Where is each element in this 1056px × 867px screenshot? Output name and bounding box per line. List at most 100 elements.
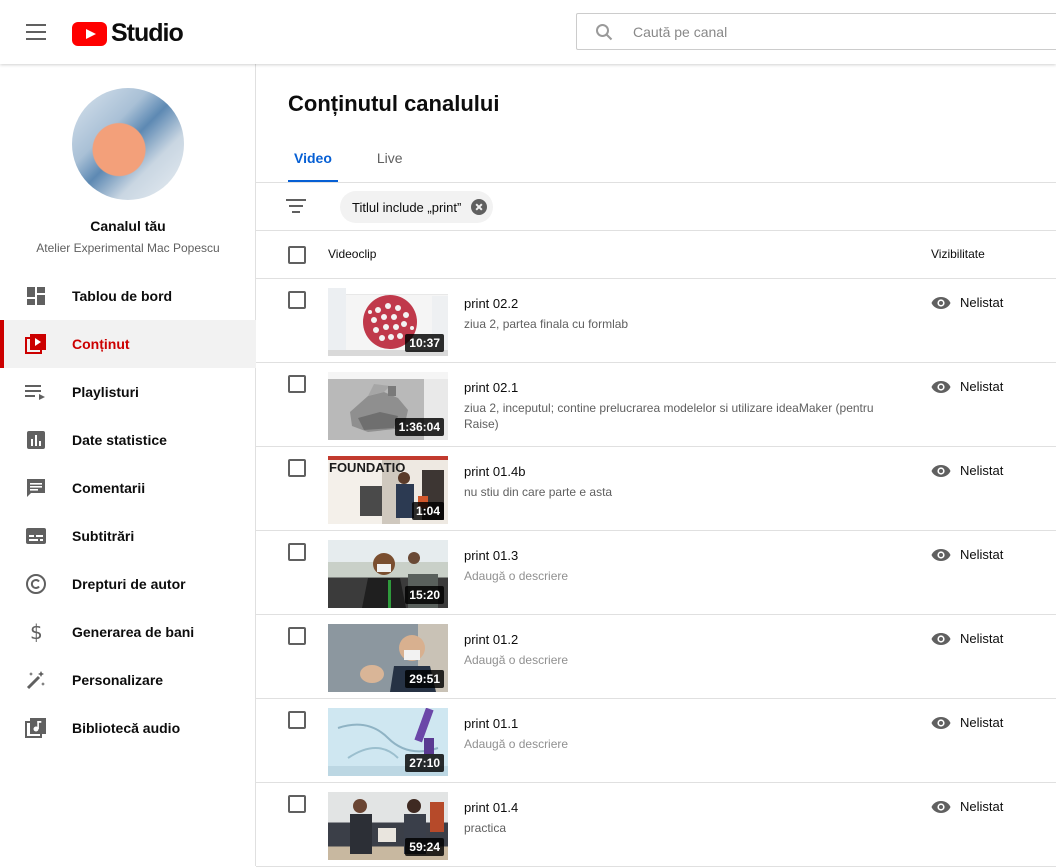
sidebar-item-copyright[interactable]: Drepturi de autor <box>0 560 256 608</box>
content-tabs: Video Live <box>288 136 442 182</box>
search-box[interactable] <box>576 13 1056 50</box>
filter-bar: Titlul include „print” <box>256 183 1056 231</box>
eye-icon <box>931 632 951 646</box>
search-icon <box>595 23 613 41</box>
video-title[interactable]: print 02.1 <box>464 380 518 395</box>
filter-chip-label: Titlul include „print” <box>352 199 462 215</box>
top-bar: Studio <box>0 0 1056 64</box>
sidebar-item-monetization[interactable]: $ Generarea de bani <box>0 608 256 656</box>
visibility-label: Nelistat <box>960 715 1004 730</box>
video-thumbnail[interactable]: 15:20 <box>328 540 448 608</box>
sidebar-item-comments[interactable]: Comentarii <box>0 464 256 512</box>
copyright-icon <box>24 572 48 596</box>
video-duration: 27:10 <box>405 754 444 772</box>
visibility-label: Nelistat <box>960 631 1004 646</box>
table-row[interactable]: FOUNDATIO 1:04 print 01.4b nu stiu din c… <box>256 447 1056 531</box>
sidebar-item-label: Conținut <box>72 336 130 352</box>
video-title[interactable]: print 01.3 <box>464 548 518 563</box>
video-duration: 1:36:04 <box>394 418 444 436</box>
sidebar-item-label: Personalizare <box>72 672 164 688</box>
close-icon[interactable] <box>471 199 488 215</box>
table-row[interactable]: 15:20 print 01.3 Adaugă o descriere Neli… <box>256 531 1056 615</box>
visibility-dropdown[interactable]: Nelistat <box>931 463 1003 478</box>
menu-icon[interactable] <box>24 24 48 42</box>
main-content: Conținutul canalului Video Live Titlul i… <box>256 64 1056 867</box>
sidebar-item-customization[interactable]: Personalizare <box>0 656 256 704</box>
add-description-link[interactable]: Adaugă o descriere <box>464 736 894 752</box>
table-row[interactable]: 1:36:04 print 02.1 ziua 2, inceputul; co… <box>256 363 1056 447</box>
video-thumbnail[interactable]: 59:24 <box>328 792 448 860</box>
dashboard-icon <box>24 284 48 308</box>
visibility-dropdown[interactable]: Nelistat <box>931 799 1003 814</box>
table-row[interactable]: 10:37 print 02.2 ziua 2, partea finala c… <box>256 279 1056 363</box>
visibility-dropdown[interactable]: Nelistat <box>931 379 1003 394</box>
eye-icon <box>931 800 951 814</box>
table-row[interactable]: 27:10 print 01.1 Adaugă o descriere Neli… <box>256 699 1056 783</box>
thumbnail-text: FOUNDATIO <box>329 460 405 475</box>
eye-icon <box>931 716 951 730</box>
channel-name: Atelier Experimental Mac Popescu <box>36 241 220 255</box>
row-checkbox[interactable] <box>288 795 306 813</box>
sidebar-item-subtitles[interactable]: Subtitrări <box>0 512 256 560</box>
video-title[interactable]: print 01.4 <box>464 800 518 815</box>
table-header: Videoclip Vizibilitate <box>256 231 1056 279</box>
video-thumbnail[interactable]: 1:36:04 <box>328 372 448 440</box>
eye-icon <box>931 464 951 478</box>
video-title[interactable]: print 01.1 <box>464 716 518 731</box>
video-title[interactable]: print 01.2 <box>464 632 518 647</box>
video-duration: 15:20 <box>405 586 444 604</box>
page-title: Conținutul canalului <box>288 91 500 116</box>
video-description: ziua 2, inceputul; contine prelucrarea m… <box>464 401 874 431</box>
visibility-label: Nelistat <box>960 799 1004 814</box>
video-thumbnail[interactable]: 29:51 <box>328 624 448 692</box>
sidebar-item-label: Bibliotecă audio <box>72 720 181 736</box>
video-duration: 1:04 <box>411 502 444 520</box>
visibility-dropdown[interactable]: Nelistat <box>931 631 1003 646</box>
visibility-dropdown[interactable]: Nelistat <box>931 547 1003 562</box>
filter-chip[interactable]: Titlul include „print” <box>340 191 494 223</box>
filter-icon[interactable] <box>286 199 306 215</box>
column-header-visibility[interactable]: Vizibilitate <box>931 247 985 261</box>
sidebar-item-dashboard[interactable]: Tablou de bord <box>0 272 256 320</box>
visibility-dropdown[interactable]: Nelistat <box>931 715 1003 730</box>
table-row[interactable]: 29:51 print 01.2 Adaugă o descriere Neli… <box>256 615 1056 699</box>
sidebar-item-playlists[interactable]: Playlisturi <box>0 368 256 416</box>
tab-live[interactable]: Live <box>371 136 409 182</box>
video-title[interactable]: print 02.2 <box>464 296 518 311</box>
sidebar-item-audio-library[interactable]: Bibliotecă audio <box>0 704 256 752</box>
video-title[interactable]: print 01.4b <box>464 464 525 479</box>
video-thumbnail[interactable]: FOUNDATIO 1:04 <box>328 456 448 524</box>
logo-text: Studio <box>111 19 184 47</box>
subtitles-icon <box>24 524 48 548</box>
sidebar-item-analytics[interactable]: Date statistice <box>0 416 256 464</box>
row-checkbox[interactable] <box>288 627 306 645</box>
row-checkbox[interactable] <box>288 711 306 729</box>
table-row[interactable]: 59:24 print 01.4 practica Nelistat <box>256 783 1056 867</box>
tab-video[interactable]: Video <box>288 136 338 182</box>
analytics-icon <box>24 428 48 452</box>
visibility-label: Nelistat <box>960 463 1004 478</box>
channel-avatar[interactable] <box>72 88 184 200</box>
row-checkbox[interactable] <box>288 543 306 561</box>
select-all-checkbox[interactable] <box>288 246 306 264</box>
video-list: 10:37 print 02.2 ziua 2, partea finala c… <box>256 279 1056 867</box>
add-description-link[interactable]: Adaugă o descriere <box>464 652 894 668</box>
add-description-link[interactable]: Adaugă o descriere <box>464 568 894 584</box>
row-checkbox[interactable] <box>288 375 306 393</box>
visibility-label: Nelistat <box>960 547 1004 562</box>
column-header-video[interactable]: Videoclip <box>328 247 376 261</box>
search-input[interactable] <box>633 23 933 40</box>
channel-title: Canalul tău <box>90 218 166 234</box>
row-checkbox[interactable] <box>288 459 306 477</box>
visibility-dropdown[interactable]: Nelistat <box>931 295 1003 310</box>
sidebar-item-content[interactable]: Conținut <box>0 320 256 368</box>
svg-text:$: $ <box>30 621 43 643</box>
video-description: ziua 2, partea finala cu formlab <box>464 317 629 331</box>
video-thumbnail[interactable]: 10:37 <box>328 288 448 356</box>
youtube-studio-logo[interactable]: Studio <box>72 19 184 48</box>
dollar-icon: $ <box>24 620 48 644</box>
content-icon <box>24 332 48 356</box>
row-checkbox[interactable] <box>288 291 306 309</box>
sidebar: Canalul tău Atelier Experimental Mac Pop… <box>0 64 256 866</box>
video-thumbnail[interactable]: 27:10 <box>328 708 448 776</box>
